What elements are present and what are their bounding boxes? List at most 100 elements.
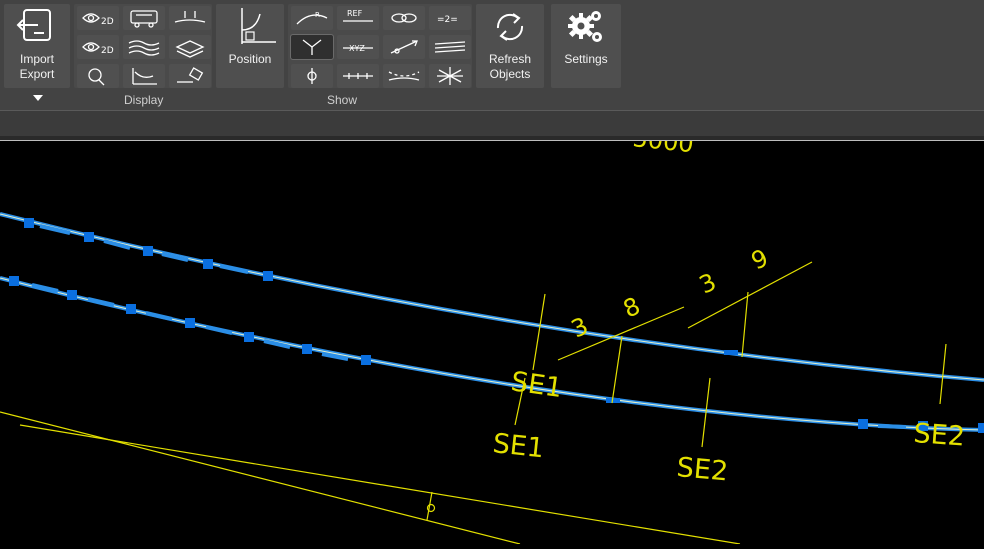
node-marker[interactable] (126, 304, 136, 314)
construction-lines (0, 261, 947, 545)
eye-2d-icon: 2D (82, 13, 114, 27)
equals-line-button[interactable]: =2= (429, 6, 471, 30)
lower-alignment-outline (0, 276, 984, 432)
import-export-button[interactable]: Import Export (4, 4, 70, 88)
layers-icon (175, 40, 205, 58)
dashed-curve-icon (388, 71, 420, 81)
dashed-curve-button[interactable] (383, 64, 425, 88)
magnifier-button[interactable] (77, 64, 119, 88)
se1-label-upper: SE1 (509, 366, 564, 404)
xyz-line-button[interactable]: XYZ (337, 35, 379, 59)
curve-axes-icon (132, 68, 157, 85)
star-lines-icon (437, 67, 463, 85)
vector-line-icon (390, 40, 418, 54)
node-marker[interactable] (67, 290, 77, 300)
dim-number: 3 (695, 268, 720, 300)
stacked-sheets-icon (434, 41, 466, 53)
node-marker[interactable] (84, 232, 94, 242)
link-button[interactable] (383, 6, 425, 30)
se1-label-lower: SE1 (491, 428, 545, 464)
tick-line-button[interactable] (337, 64, 379, 88)
upper-alignment-line (0, 213, 984, 381)
eraser-icon (177, 67, 204, 83)
lower-nodes (9, 276, 984, 433)
node-marker[interactable] (143, 246, 153, 256)
magnifier-icon (88, 68, 105, 86)
svg-text:2D: 2D (101, 46, 114, 56)
import-label: Import (19, 52, 54, 66)
svg-text:R: R (315, 11, 320, 19)
gear-icon (568, 11, 602, 42)
eye-3d-icon: 2D (82, 42, 114, 56)
radius-curve-button[interactable]: R (291, 6, 333, 30)
drawing-svg: 5000 SE1 SE1 SE2 SE2 3 8 3 9 (0, 124, 984, 545)
ref-line-icon: REF (343, 9, 373, 22)
dropdown-chevron-icon[interactable] (33, 95, 43, 101)
node-marker[interactable] (858, 419, 868, 429)
refresh-icon (496, 13, 524, 41)
export-label: Export (19, 67, 55, 81)
star-lines-button[interactable] (429, 64, 471, 88)
upper-alignment-outline (0, 212, 984, 382)
dim-number: 3 (567, 312, 592, 344)
bus-button[interactable] (123, 6, 165, 30)
se2-label-lower: SE2 (675, 452, 729, 487)
show-group-label: Show (327, 93, 358, 107)
svg-text:=2=: =2= (437, 15, 458, 25)
svg-text:XYZ: XYZ (349, 44, 365, 53)
svg-text:2D: 2D (101, 17, 114, 27)
equals-line-icon: =2= (437, 15, 458, 25)
node-marker[interactable] (361, 355, 371, 365)
eye-3d-button[interactable]: 2D (77, 35, 119, 59)
node-marker[interactable] (185, 318, 195, 328)
node-marker[interactable] (244, 332, 254, 342)
import-export-icon (16, 9, 51, 41)
svg-text:REF: REF (347, 9, 363, 18)
waves-button[interactable] (123, 35, 165, 59)
command-bar (0, 110, 984, 137)
curve-axes-button[interactable] (123, 64, 165, 88)
terrain-arrows-icon (174, 11, 206, 23)
dim-number: 9 (747, 244, 772, 276)
dim-number: 8 (619, 292, 644, 324)
y-junction-button[interactable] (290, 34, 334, 60)
tick-line-icon (343, 73, 373, 79)
link-icon (391, 13, 417, 23)
waves-icon (128, 40, 160, 56)
position-icon (241, 8, 276, 44)
radius-curve-icon: R (296, 11, 328, 25)
top-cut-text: 5000 (631, 141, 695, 158)
position-label: Position (228, 52, 272, 66)
node-marker[interactable] (978, 423, 984, 433)
objects-label: Objects (489, 67, 531, 81)
refresh-label: Refresh (488, 52, 532, 66)
refresh-objects-button[interactable]: Refresh Objects (476, 4, 544, 88)
node-marker[interactable] (203, 259, 213, 269)
node-marker[interactable] (24, 218, 34, 228)
ribbon-toolbar: Import Export 2D 2D Display Position R REF… (0, 0, 984, 110)
settings-button[interactable]: Settings (551, 4, 621, 88)
node-marker[interactable] (9, 276, 19, 286)
bus-icon (130, 10, 158, 28)
node-marker[interactable] (263, 271, 273, 281)
display-group-label: Display (124, 93, 164, 107)
terrain-arrows-button[interactable] (169, 6, 211, 30)
eye-2d-button[interactable]: 2D (77, 6, 119, 30)
station-marker (724, 350, 738, 355)
se2-label-right: SE2 (913, 418, 966, 453)
y-junction-icon (302, 39, 322, 55)
settings-label: Settings (564, 52, 608, 66)
lower-alignment-line (0, 277, 984, 431)
stacked-sheets-button[interactable] (429, 35, 471, 59)
circle-phi-button[interactable] (291, 64, 333, 88)
layers-button[interactable] (169, 35, 211, 59)
ref-line-button[interactable]: REF (337, 6, 379, 30)
xyz-line-icon: XYZ (343, 44, 373, 53)
position-button[interactable]: Position (216, 4, 284, 88)
eraser-button[interactable] (169, 64, 211, 88)
vector-line-button[interactable] (383, 35, 425, 59)
lower-dash-segments (31, 283, 907, 429)
node-marker[interactable] (302, 344, 312, 354)
drawing-canvas[interactable]: 5000 SE1 SE1 SE2 SE2 3 8 3 9 (0, 124, 984, 545)
circle-phi-icon (307, 68, 317, 84)
